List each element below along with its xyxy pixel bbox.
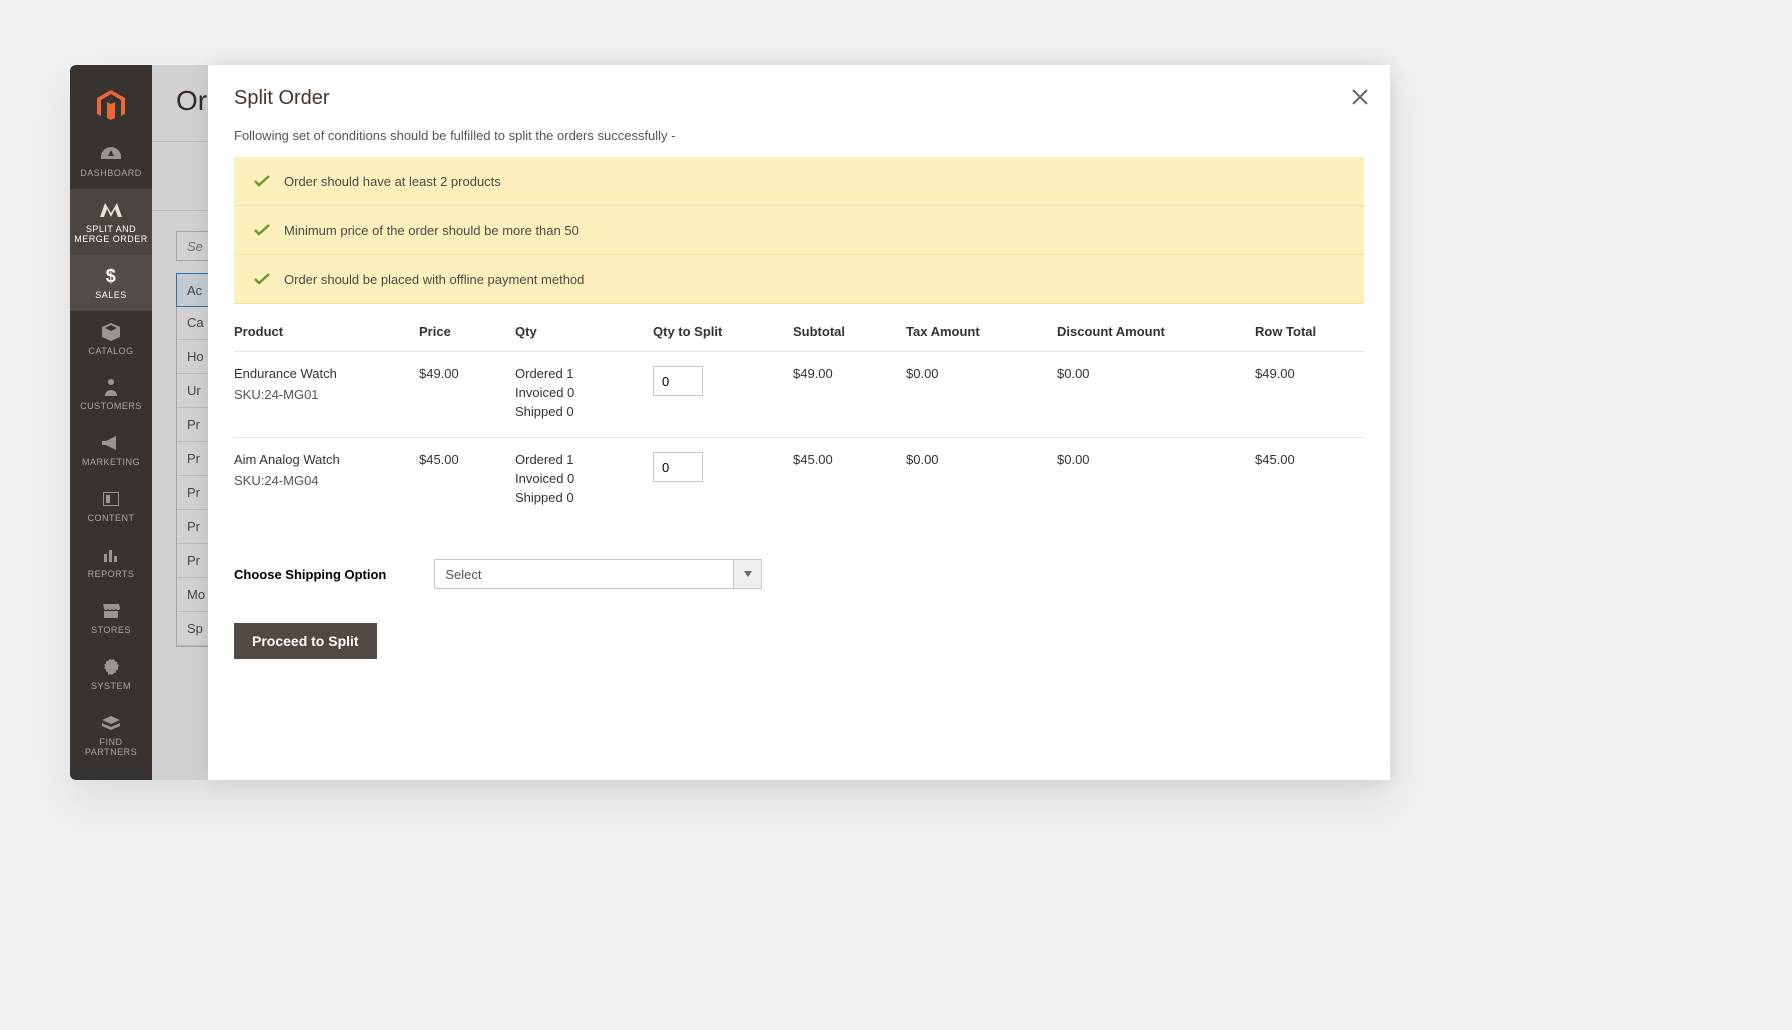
nav-catalog[interactable]: CATALOG [70, 311, 152, 367]
qty-to-split-input[interactable] [653, 366, 703, 396]
nav-marketing[interactable]: MARKETING [70, 422, 152, 478]
shipping-option-select[interactable]: Select [434, 559, 762, 589]
cell-row-total: $45.00 [1255, 438, 1364, 524]
condition-item: Minimum price of the order should be mor… [234, 206, 1364, 255]
col-qty-split: Qty to Split [653, 310, 793, 352]
nav-stores[interactable]: STORES [70, 590, 152, 646]
cell-price: $45.00 [419, 438, 515, 524]
col-tax: Tax Amount [906, 310, 1057, 352]
qty-invoiced: Invoiced 0 [515, 471, 645, 486]
conditions-list: Order should have at least 2 products Mi… [234, 157, 1364, 304]
nav-label: CONTENT [88, 514, 135, 524]
col-row-total: Row Total [1255, 310, 1364, 352]
split-merge-icon [100, 199, 122, 221]
chevron-down-icon [733, 560, 761, 588]
admin-sidebar: DASHBOARD SPLIT AND MERGE ORDER $ SALES … [70, 65, 152, 780]
nav-dashboard[interactable]: DASHBOARD [70, 133, 152, 189]
nav-label: SALES [95, 291, 127, 301]
items-table: Product Price Qty Qty to Split Subtotal … [234, 310, 1364, 523]
nav-label: DASHBOARD [80, 169, 142, 179]
nav-label: CATALOG [88, 347, 133, 357]
nav-split-merge[interactable]: SPLIT AND MERGE ORDER [70, 189, 152, 255]
store-icon [102, 600, 120, 622]
layout-icon [103, 488, 119, 510]
shipping-option-label: Choose Shipping Option [234, 567, 386, 582]
gauge-icon [101, 143, 121, 165]
check-icon [254, 271, 270, 287]
qty-shipped: Shipped 0 [515, 490, 645, 505]
col-subtotal: Subtotal [793, 310, 906, 352]
gear-icon [103, 656, 119, 678]
close-icon [1351, 88, 1369, 106]
col-price: Price [419, 310, 515, 352]
col-discount: Discount Amount [1057, 310, 1255, 352]
qty-shipped: Shipped 0 [515, 404, 645, 419]
box-icon [102, 321, 120, 343]
dollar-icon: $ [104, 265, 118, 287]
cell-price: $49.00 [419, 352, 515, 438]
cell-subtotal: $49.00 [793, 352, 906, 438]
nav-sales[interactable]: $ SALES [70, 255, 152, 311]
qty-ordered: Ordered 1 [515, 452, 645, 467]
magento-icon [97, 90, 125, 122]
table-row: Aim Analog Watch SKU:24-MG04 $45.00 Orde… [234, 438, 1364, 524]
qty-ordered: Ordered 1 [515, 366, 645, 381]
close-button[interactable] [1348, 85, 1372, 109]
product-name: Aim Analog Watch [234, 452, 411, 467]
nav-label: MARKETING [82, 458, 140, 468]
nav-label: SPLIT AND MERGE ORDER [72, 225, 150, 245]
modal-subtitle: Following set of conditions should be fu… [234, 128, 1364, 143]
qty-to-split-input[interactable] [653, 452, 703, 482]
partners-icon [102, 712, 120, 734]
cell-tax: $0.00 [906, 438, 1057, 524]
magento-logo [70, 79, 152, 133]
svg-text:$: $ [106, 266, 117, 286]
condition-text: Minimum price of the order should be mor… [284, 223, 579, 238]
table-row: Endurance Watch SKU:24-MG01 $49.00 Order… [234, 352, 1364, 438]
modal-title: Split Order [234, 87, 1364, 110]
proceed-to-split-button[interactable]: Proceed to Split [234, 623, 377, 659]
condition-text: Order should have at least 2 products [284, 174, 501, 189]
col-product: Product [234, 310, 419, 352]
condition-item: Order should be placed with offline paym… [234, 255, 1364, 304]
split-order-modal: Split Order Following set of conditions … [208, 65, 1390, 780]
bars-icon [103, 544, 119, 566]
cell-row-total: $49.00 [1255, 352, 1364, 438]
shipping-option-value: Select [445, 567, 481, 582]
cell-subtotal: $45.00 [793, 438, 906, 524]
nav-label: CUSTOMERS [80, 402, 142, 412]
nav-find-partners[interactable]: FIND PARTNERS [70, 702, 152, 768]
cell-discount: $0.00 [1057, 438, 1255, 524]
megaphone-icon [102, 432, 120, 454]
condition-item: Order should have at least 2 products [234, 157, 1364, 206]
nav-customers[interactable]: CUSTOMERS [70, 366, 152, 422]
check-icon [254, 173, 270, 189]
col-qty: Qty [515, 310, 653, 352]
nav-label: FIND PARTNERS [72, 738, 150, 758]
product-sku: SKU:24-MG01 [234, 387, 411, 402]
nav-reports[interactable]: REPORTS [70, 534, 152, 590]
cell-discount: $0.00 [1057, 352, 1255, 438]
product-name: Endurance Watch [234, 366, 411, 381]
nav-label: SYSTEM [91, 682, 131, 692]
nav-label: REPORTS [88, 570, 135, 580]
nav-content[interactable]: CONTENT [70, 478, 152, 534]
nav-system[interactable]: SYSTEM [70, 646, 152, 702]
product-sku: SKU:24-MG04 [234, 473, 411, 488]
cell-tax: $0.00 [906, 352, 1057, 438]
check-icon [254, 222, 270, 238]
person-icon [104, 376, 118, 398]
qty-invoiced: Invoiced 0 [515, 385, 645, 400]
condition-text: Order should be placed with offline paym… [284, 272, 584, 287]
nav-label: STORES [91, 626, 131, 636]
